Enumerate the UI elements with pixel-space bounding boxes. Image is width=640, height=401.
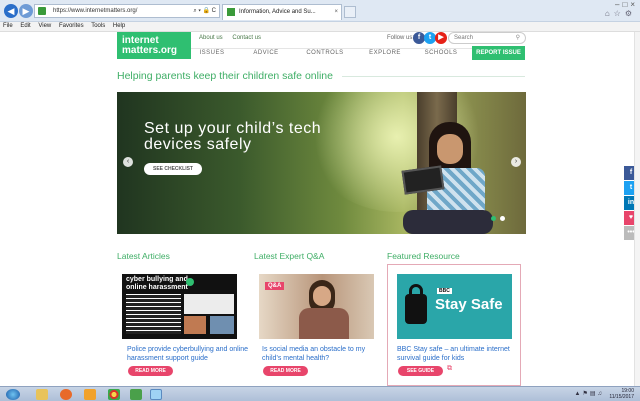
qa-title[interactable]: Is social media an obstacle to my child’… — [262, 345, 384, 363]
contact-link[interactable]: Contact us — [232, 35, 261, 41]
nav-explore[interactable]: EXPLORE — [365, 50, 405, 56]
window-controls[interactable]: –□× — [615, 0, 638, 9]
system-tray-icons[interactable]: ▲⚑▤♫ — [575, 390, 605, 397]
browser-tab[interactable]: Information, Advice and Su... × — [222, 4, 342, 20]
media-player-icon[interactable] — [60, 389, 72, 400]
hero-title: Set up your child’s tech devices safely — [144, 121, 321, 153]
bbc-logo: BBC — [437, 288, 452, 294]
search-icon[interactable]: ⚲ — [516, 33, 520, 43]
latest-articles-heading: Latest Articles — [117, 251, 170, 261]
youtube-icon[interactable]: ▶ — [435, 32, 447, 44]
menu-favorites[interactable]: Favorites — [59, 23, 84, 29]
new-tab-button[interactable] — [344, 6, 356, 18]
menu-help[interactable]: Help — [113, 23, 125, 29]
menu-view[interactable]: View — [38, 23, 51, 29]
see-checklist-button[interactable]: SEE CHECKLIST — [144, 163, 202, 175]
close-tab-icon[interactable]: × — [334, 5, 338, 19]
menu-bar: File Edit View Favorites Tools Help — [0, 22, 640, 32]
see-guide-button[interactable]: SEE GUIDE — [398, 366, 443, 376]
menu-file[interactable]: File — [3, 23, 13, 29]
chrome-icon[interactable] — [108, 389, 120, 400]
hero-title-line2: devices safely — [144, 136, 252, 153]
carousel-dot-active[interactable] — [491, 216, 496, 221]
carousel-next-icon[interactable]: › — [511, 157, 521, 167]
menu-edit[interactable]: Edit — [20, 23, 30, 29]
carousel-dot[interactable] — [500, 216, 505, 221]
external-link-icon: ⧉ — [447, 365, 452, 372]
featured-image[interactable]: BBC Stay Safe — [397, 274, 512, 339]
clock-date: 11/15/2017 — [609, 394, 634, 400]
site-lock-icon — [38, 7, 46, 15]
tagline: Helping parents keep their children safe… — [117, 70, 333, 82]
nav-controls[interactable]: CONTROLS — [303, 50, 347, 56]
browser-toolbar: ◀ ▶ https://www.internetmatters.org/ ⌕ ▾… — [0, 0, 640, 22]
page-scrollbar[interactable] — [634, 32, 640, 386]
address-bar[interactable]: https://www.internetmatters.org/ ⌕ ▾ 🔒 C — [34, 4, 220, 18]
paint-icon[interactable] — [84, 389, 96, 400]
app-icon[interactable] — [130, 389, 142, 400]
report-issue-button[interactable]: REPORT ISSUE — [472, 46, 525, 60]
top-links: About us Contact us — [199, 35, 269, 41]
qa-read-more-button[interactable]: READ MORE — [263, 366, 308, 376]
article-read-more-button[interactable]: READ MORE — [128, 366, 173, 376]
article-title[interactable]: Police provide cyberbullying and online … — [127, 345, 249, 363]
article-image[interactable]: cyber bullying and online harassment — [122, 274, 237, 339]
tagline-divider — [342, 76, 525, 77]
padlock-icon — [405, 294, 427, 324]
hero-banner: Set up your child’s tech devices safely … — [117, 92, 526, 234]
hero-photo-girl — [393, 122, 503, 234]
nav-schools[interactable]: SCHOOLS — [419, 50, 463, 56]
hero-title-line1: Set up your child’s tech — [144, 120, 322, 137]
nav-advice[interactable]: ADVICE — [249, 50, 283, 56]
search-placeholder: Search — [454, 35, 474, 41]
search-input[interactable]: Search ⚲ — [448, 32, 526, 44]
carousel-prev-icon[interactable]: ‹ — [123, 157, 133, 167]
web-page: internet matters.org About us Contact us… — [0, 32, 640, 386]
nav-issues[interactable]: ISSUES — [195, 50, 229, 56]
file-explorer-icon[interactable] — [36, 389, 48, 400]
site-logo[interactable]: internet matters.org — [117, 32, 191, 59]
qa-image[interactable]: Q&A — [259, 274, 374, 339]
back-icon[interactable]: ◀ — [4, 4, 18, 18]
expert-qa-heading: Latest Expert Q&A — [254, 251, 325, 261]
tab-title: Information, Advice and Su... — [239, 9, 316, 15]
clock[interactable]: 19:00 11/15/2017 — [609, 388, 634, 400]
menu-tools[interactable]: Tools — [91, 23, 105, 29]
forward-icon[interactable]: ▶ — [19, 4, 33, 18]
stay-safe-text: Stay Safe — [435, 296, 503, 313]
start-button-icon[interactable] — [6, 389, 20, 400]
logo-line2: matters.org — [122, 45, 178, 56]
about-link[interactable]: About us — [199, 35, 223, 41]
address-url[interactable]: https://www.internetmatters.org/ — [53, 8, 137, 14]
qa-badge: Q&A — [265, 282, 285, 290]
taskbar: ▲⚑▤♫ 19:00 11/15/2017 — [0, 386, 640, 401]
follow-label: Follow us: — [387, 35, 415, 41]
featured-resource-heading: Featured Resource — [387, 251, 460, 261]
home-star-gear-icons[interactable]: ⌂☆⚙ — [605, 9, 636, 18]
featured-title[interactable]: BBC Stay safe – an ultimate internet sur… — [397, 345, 519, 363]
internet-explorer-icon[interactable] — [150, 389, 162, 400]
address-tools[interactable]: ⌕ ▾ 🔒 C — [193, 5, 216, 17]
favicon-icon — [227, 8, 235, 16]
article-image-heading: cyber bullying and online harassment — [126, 276, 188, 291]
